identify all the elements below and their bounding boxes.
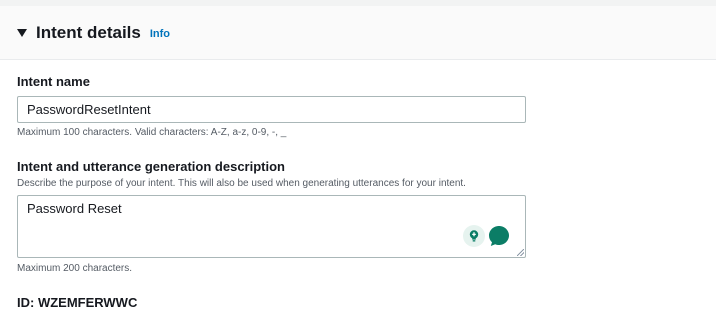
description-value: Password Reset: [27, 201, 122, 216]
section-header: Intent details Info: [0, 6, 716, 60]
description-sublabel: Describe the purpose of your intent. Thi…: [17, 178, 466, 189]
description-label: Intent and utterance generation descript…: [17, 159, 285, 174]
intent-id: ID: WZEMFERWWC: [17, 295, 138, 310]
intent-name-input[interactable]: PasswordResetIntent: [17, 96, 526, 123]
chat-bubble-icon[interactable]: [487, 224, 511, 248]
intent-details-panel: Intent details Info Intent name Password…: [0, 0, 716, 325]
description-textarea[interactable]: Password Reset: [17, 195, 526, 258]
section-title: Intent details: [36, 22, 141, 42]
resize-handle-icon[interactable]: [517, 249, 524, 256]
assist-buttons: [463, 224, 511, 248]
intent-name-hint: Maximum 100 characters. Valid characters…: [17, 127, 287, 138]
info-link[interactable]: Info: [150, 28, 170, 40]
lightbulb-icon[interactable]: [463, 225, 485, 247]
description-hint: Maximum 200 characters.: [17, 263, 133, 274]
intent-name-label: Intent name: [17, 74, 90, 89]
collapse-caret-icon[interactable]: [17, 28, 27, 37]
